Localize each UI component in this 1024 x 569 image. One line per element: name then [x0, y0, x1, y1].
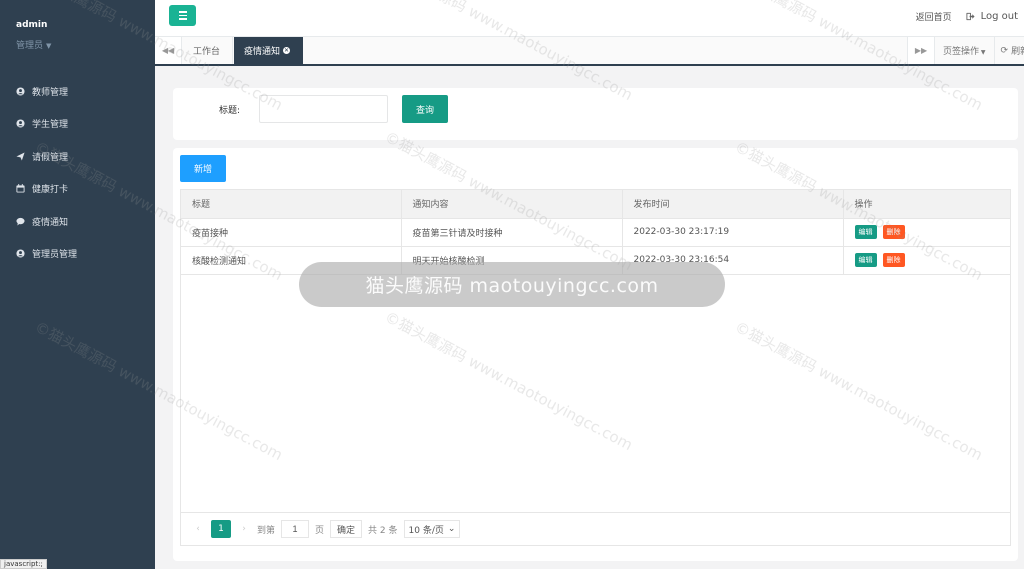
edit-button[interactable]: 编辑: [854, 225, 877, 239]
col-header-content[interactable]: 通知内容: [401, 190, 623, 219]
caret-down-icon: ▼: [46, 42, 52, 50]
current-page-button[interactable]: 1: [211, 520, 231, 538]
user-circle-icon: [15, 119, 25, 129]
page-ops-label: 页签操作: [943, 47, 980, 57]
backward-icon: ◀◀: [161, 46, 175, 55]
tabs-scroll-left-button[interactable]: ◀◀: [155, 37, 182, 64]
search-panel: 标题: 查询: [173, 88, 1018, 140]
sidebar-item-notice[interactable]: 疫情通知: [0, 205, 155, 238]
status-bar-url: javascript:;: [0, 559, 47, 569]
refresh-icon: ⟳: [1000, 45, 1009, 56]
delete-button[interactable]: 删除: [882, 253, 905, 267]
menu-toggle-button[interactable]: [169, 5, 196, 26]
calendar-icon: [15, 184, 25, 194]
confirm-page-button[interactable]: 确定: [330, 520, 363, 538]
sidebar-item-label: 疫情通知: [32, 217, 69, 228]
notice-table: 标题 通知内容 发布时间 操作 疫苗接种 疫苗第三针请及时接种 2022-03-…: [180, 189, 1011, 546]
table-row: 核酸检测通知 明天开始核酸检测 2022-03-30 23:16:54 编辑 删除: [181, 246, 1010, 275]
page-size-value: 10 条/页: [408, 525, 444, 536]
prev-page-icon[interactable]: ‹: [191, 524, 205, 534]
caret-down-icon: ▼: [979, 49, 986, 56]
tabs-scroll-right-button[interactable]: ▶▶: [907, 37, 934, 64]
forward-icon: ▶▶: [914, 46, 928, 55]
cell-actions: 编辑 删除: [843, 246, 1010, 275]
sidebar-menu: 教师管理 学生管理 请假管理 健康打卡 疫情通知 管理员管理: [0, 75, 155, 270]
header-actions: 返回首页 Log out: [916, 10, 1018, 23]
sidebar-item-label: 学生管理: [32, 120, 69, 131]
table-row: 疫苗接种 疫苗第三针请及时接种 2022-03-30 23:17:19 编辑 删除: [181, 218, 1010, 247]
user-circle-icon: [15, 249, 25, 259]
cell-content: 疫苗第三针请及时接种: [401, 218, 623, 247]
page-ops-dropdown[interactable]: 页签操作 ▼: [943, 44, 986, 57]
page-size-select[interactable]: 10 条/页 ⌄: [403, 520, 461, 538]
hamburger-line: [178, 14, 187, 17]
sidebar-item-admin[interactable]: 管理员管理: [0, 238, 155, 271]
home-link[interactable]: 返回首页: [916, 10, 952, 23]
logout-label: Log out: [980, 11, 1018, 22]
sidebar-item-label: 请假管理: [32, 152, 69, 163]
sidebar-item-label: 教师管理: [32, 87, 69, 98]
title-search-input[interactable]: [259, 95, 388, 123]
sidebar-item-leave[interactable]: 请假管理: [0, 140, 155, 173]
user-profile: admin 管理员 ▼: [0, 0, 155, 70]
refresh-label: 刷新: [1011, 47, 1024, 57]
col-header-actions: 操作: [843, 190, 1010, 219]
sidebar-item-student[interactable]: 学生管理: [0, 108, 155, 141]
add-button[interactable]: 新增: [180, 155, 226, 182]
sidebar-item-health[interactable]: 健康打卡: [0, 173, 155, 206]
cell-time: 2022-03-30 23:17:19: [622, 218, 844, 247]
user-circle-icon: [15, 86, 25, 96]
sidebar-item-label: 管理员管理: [32, 250, 78, 261]
hamburger-line: [178, 11, 187, 13]
chevron-down-icon: ⌄: [447, 524, 456, 534]
cell-title: 疫苗接种: [181, 218, 402, 247]
total-count: 共 2 条: [368, 525, 398, 536]
user-role-dropdown[interactable]: 管理员 ▼: [16, 38, 155, 51]
goto-page-input[interactable]: [281, 520, 310, 538]
tabs-bar: ◀◀ 工作台 疫情通知 ✕ ▶▶ 页签操作 ▼ ⟳刷新: [155, 37, 1024, 66]
close-tab-icon[interactable]: ✕: [283, 47, 291, 54]
pagination: ‹ 1 › 到第 页 确定 共 2 条 10 条/页⌄: [181, 512, 1010, 545]
user-role-label: 管理员: [16, 41, 44, 51]
col-header-title[interactable]: 标题: [181, 190, 402, 219]
edit-button[interactable]: 编辑: [854, 253, 877, 267]
query-button[interactable]: 查询: [402, 95, 448, 123]
cell-content: 明天开始核酸检测: [401, 246, 623, 275]
goto-label: 到第: [257, 525, 276, 536]
cell-actions: 编辑 删除: [843, 218, 1010, 247]
title-filter-label: 标题:: [219, 106, 241, 116]
tab-options: 页签操作 ▼ ⟳刷新: [934, 37, 1024, 64]
comment-icon: [15, 216, 25, 226]
cell-title: 核酸检测通知: [181, 246, 402, 275]
refresh-button[interactable]: ⟳刷新: [993, 37, 1024, 64]
table-header-row: 标题 通知内容 发布时间 操作: [181, 190, 1010, 219]
sign-out-icon: [966, 12, 975, 21]
next-page-icon[interactable]: ›: [237, 524, 251, 534]
col-header-time[interactable]: 发布时间: [622, 190, 844, 219]
page-unit-label: 页: [315, 525, 325, 536]
notice-list-panel: 新增 标题 通知内容 发布时间 操作 疫苗接种 疫苗第三针请及时接种 2022-…: [173, 148, 1018, 561]
logout-button[interactable]: Log out: [966, 11, 1018, 22]
sidebar: admin 管理员 ▼ 教师管理 学生管理 请假管理 健康打卡 疫情通知 管理员管…: [0, 0, 155, 569]
tab-workbench[interactable]: 工作台: [183, 37, 233, 64]
top-header: 返回首页 Log out: [155, 0, 1024, 37]
sidebar-item-label: 健康打卡: [32, 185, 69, 196]
user-name: admin: [16, 20, 48, 30]
cell-time: 2022-03-30 23:16:54: [622, 246, 844, 275]
paper-plane-icon: [15, 151, 25, 161]
hamburger-line: [178, 18, 187, 20]
tab-label: 疫情通知: [244, 47, 281, 57]
tab-label: 工作台: [193, 47, 221, 57]
sidebar-item-teacher[interactable]: 教师管理: [0, 75, 155, 108]
tab-notice[interactable]: 疫情通知 ✕: [234, 37, 303, 64]
delete-button[interactable]: 删除: [882, 225, 905, 239]
